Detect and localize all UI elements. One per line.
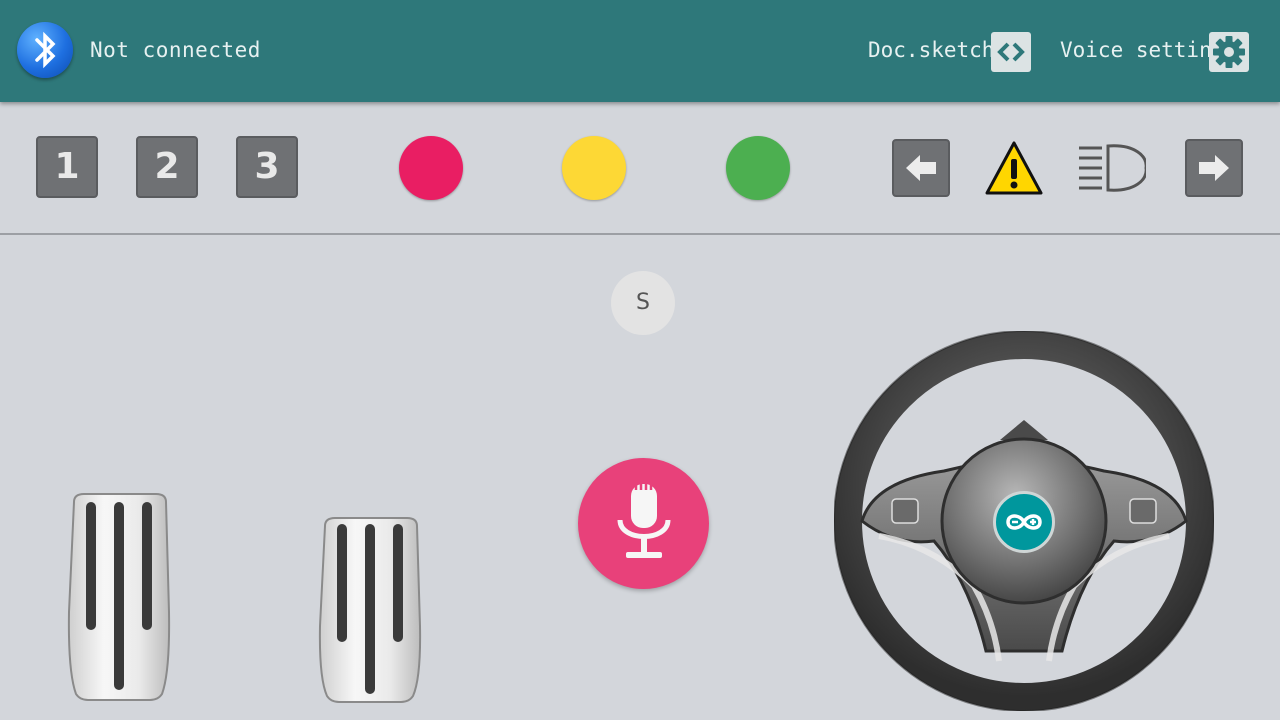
left-turn-signal-button[interactable] (892, 139, 950, 197)
voice-command-button[interactable] (578, 458, 709, 589)
s-button[interactable]: S (611, 271, 675, 335)
headlight-icon[interactable] (1076, 142, 1148, 194)
yellow-light-button[interactable] (562, 136, 626, 200)
green-light-button[interactable] (726, 136, 790, 200)
bluetooth-icon[interactable] (17, 22, 73, 78)
code-icon[interactable] (991, 32, 1031, 72)
preset-1-button[interactable]: 1 (36, 136, 98, 198)
hazard-warning-icon[interactable] (984, 139, 1044, 197)
preset-2-button[interactable]: 2 (136, 136, 198, 198)
doc-sketch-label[interactable]: Doc.sketch (868, 38, 994, 62)
control-toolbar: 1 2 3 (0, 102, 1280, 235)
red-light-button[interactable] (399, 136, 463, 200)
arrow-right-icon (1199, 155, 1229, 181)
accelerator-pedal[interactable] (317, 516, 423, 704)
preset-3-button[interactable]: 3 (236, 136, 298, 198)
arrow-left-icon (906, 155, 936, 181)
brake-pedal[interactable] (66, 492, 172, 702)
right-turn-signal-button[interactable] (1185, 139, 1243, 197)
gear-icon[interactable] (1209, 32, 1249, 72)
voice-setting-label[interactable]: Voice setting (1060, 38, 1224, 62)
microphone-icon (617, 484, 671, 558)
arduino-logo-icon (993, 491, 1055, 553)
connection-status: Not connected (90, 38, 261, 62)
app-header: Not connected Doc.sketch Voice setting (0, 0, 1280, 102)
steering-wheel[interactable] (833, 330, 1215, 712)
